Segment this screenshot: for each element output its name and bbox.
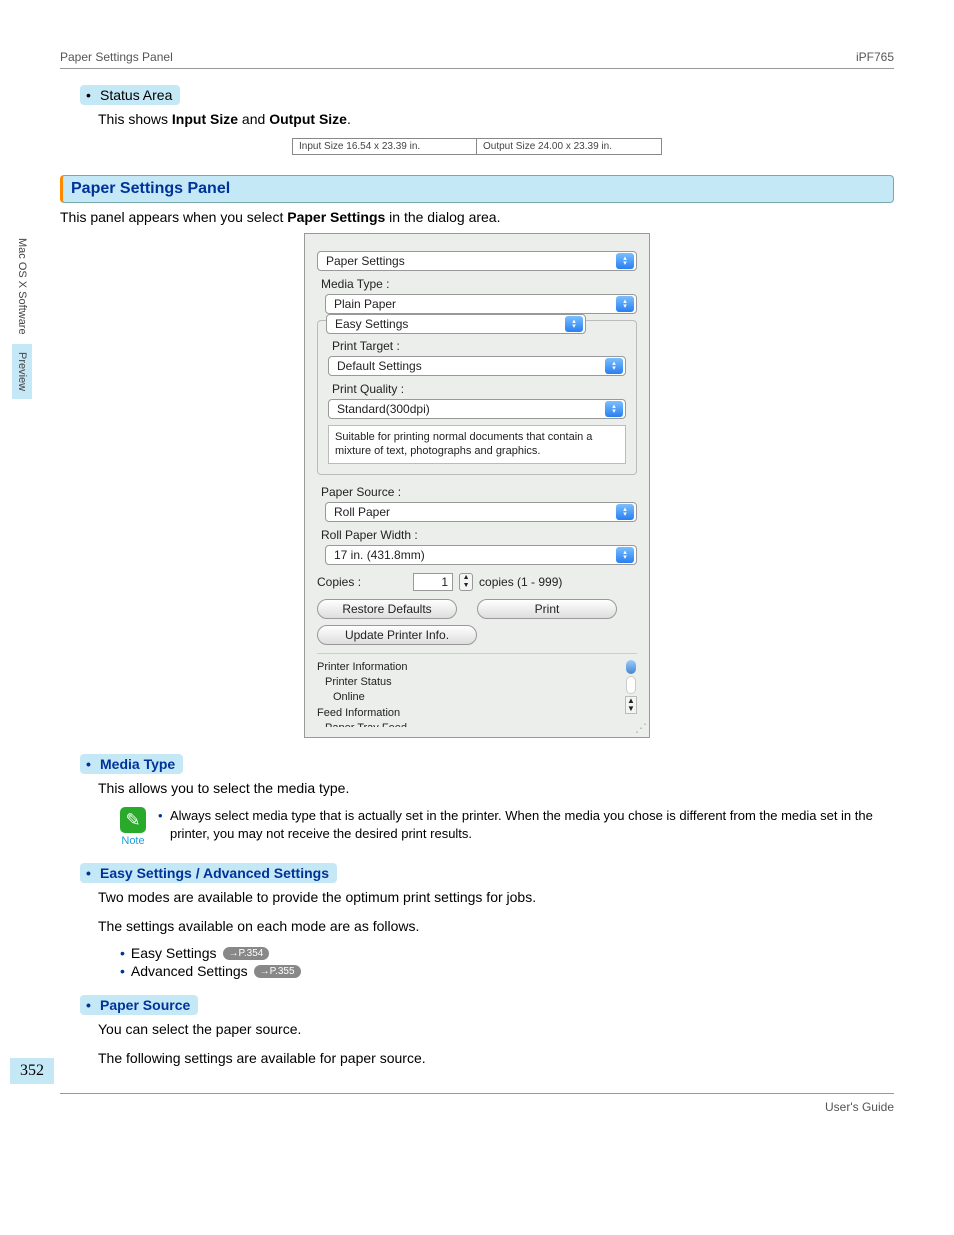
easy-adv-heading: Easy Settings / Advanced Settings xyxy=(80,863,337,883)
media-type-label: Media Type : xyxy=(321,277,637,291)
chevron-updown-icon: ▴▾ xyxy=(565,316,583,332)
pencil-icon: ✎ xyxy=(120,807,146,833)
print-target-label: Print Target : xyxy=(332,339,626,353)
header-right: iPF765 xyxy=(856,50,894,64)
quality-description: Suitable for printing normal documents t… xyxy=(328,425,626,464)
media-type-desc: This allows you to select the media type… xyxy=(98,778,894,799)
restore-defaults-button[interactable]: Restore Defaults xyxy=(317,599,457,619)
status-area-desc: This shows Input Size and Output Size. xyxy=(98,109,894,130)
paper-source-desc1: You can select the paper source. xyxy=(98,1019,894,1040)
easy-adv-desc2: The settings available on each mode are … xyxy=(98,916,894,937)
copies-range: copies (1 - 999) xyxy=(479,575,562,589)
roll-width-label: Roll Paper Width : xyxy=(321,528,637,542)
settings-mode-select[interactable]: Easy Settings ▴▾ xyxy=(326,314,586,334)
copies-label: Copies : xyxy=(317,575,361,589)
info-scrollbar[interactable]: ▲▼ xyxy=(625,660,637,714)
printer-info-text: Printer Information Printer Status Onlin… xyxy=(317,660,621,728)
media-type-note: Always select media type that is actuall… xyxy=(158,807,894,843)
print-quality-select[interactable]: Standard(300dpi) ▴▾ xyxy=(328,399,626,419)
paper-settings-dialog: Paper Settings ▴▾ Media Type : Plain Pap… xyxy=(304,233,650,738)
print-target-select[interactable]: Default Settings ▴▾ xyxy=(328,356,626,376)
section-intro: This panel appears when you select Paper… xyxy=(60,209,894,225)
page-ref-354[interactable]: →P.354 xyxy=(223,947,270,960)
advanced-settings-link[interactable]: Advanced Settings xyxy=(120,963,248,979)
paper-source-select[interactable]: Roll Paper ▴▾ xyxy=(325,502,637,522)
update-printer-info-button[interactable]: Update Printer Info. xyxy=(317,625,477,645)
copies-input[interactable]: 1 xyxy=(413,573,453,591)
panel-select[interactable]: Paper Settings ▴▾ xyxy=(317,251,637,271)
chevron-updown-icon: ▴▾ xyxy=(616,296,634,312)
print-button[interactable]: Print xyxy=(477,599,617,619)
note-icon-box: ✎ Note xyxy=(120,807,146,847)
header-left: Paper Settings Panel xyxy=(60,50,173,64)
roll-width-select[interactable]: 17 in. (431.8mm) ▴▾ xyxy=(325,545,637,565)
footer: User's Guide xyxy=(60,1093,894,1114)
page-ref-355[interactable]: →P.355 xyxy=(254,965,301,978)
paper-source-label: Paper Source : xyxy=(321,485,637,499)
section-title: Paper Settings Panel xyxy=(60,175,894,203)
chevron-updown-icon: ▴▾ xyxy=(616,504,634,520)
media-type-select[interactable]: Plain Paper ▴▾ xyxy=(325,294,637,314)
copies-stepper[interactable]: ▲▼ xyxy=(459,573,473,591)
chevron-updown-icon: ▴▾ xyxy=(605,401,623,417)
chevron-updown-icon: ▴▾ xyxy=(616,547,634,563)
resize-grip-icon[interactable]: ⋰ xyxy=(635,721,647,735)
print-quality-label: Print Quality : xyxy=(332,382,626,396)
input-size-box: Input Size 16.54 x 23.39 in. xyxy=(292,138,477,155)
paper-source-heading: Paper Source xyxy=(80,995,198,1015)
media-type-heading: Media Type xyxy=(80,754,183,774)
status-area-heading: Status Area xyxy=(80,85,180,105)
easy-adv-desc1: Two modes are available to provide the o… xyxy=(98,887,894,908)
output-size-box: Output Size 24.00 x 23.39 in. xyxy=(477,138,662,155)
paper-source-desc2: The following settings are available for… xyxy=(98,1048,894,1069)
chevron-updown-icon: ▴▾ xyxy=(605,358,623,374)
easy-settings-link[interactable]: Easy Settings xyxy=(120,945,217,961)
chevron-updown-icon: ▴▾ xyxy=(616,253,634,269)
